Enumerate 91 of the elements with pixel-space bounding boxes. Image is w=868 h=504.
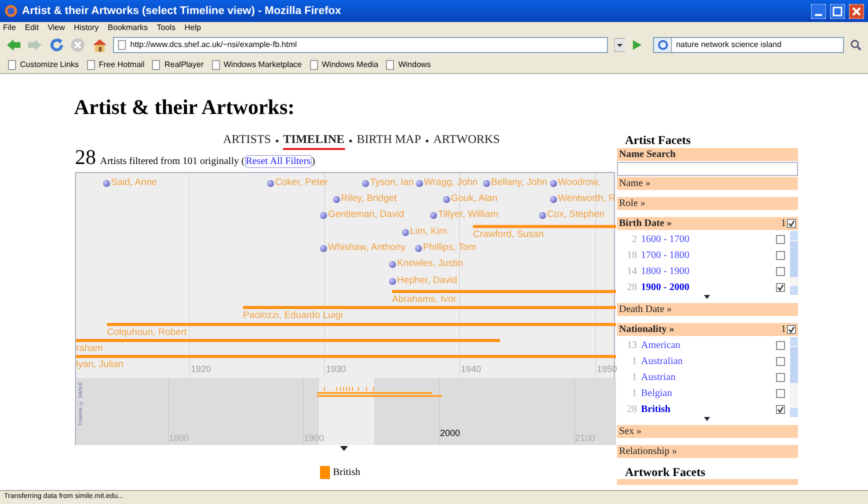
facet-header[interactable]: Relationship » <box>617 445 798 458</box>
facet-value-link[interactable]: 1600 - 1700 <box>641 232 776 246</box>
facet-value-link[interactable]: Belgian <box>641 386 776 400</box>
result-count: 28 <box>75 147 96 168</box>
view-tab[interactable]: ARTWORKS <box>433 132 500 150</box>
facet-count: 1 <box>631 354 638 368</box>
maximize-button[interactable] <box>830 4 845 18</box>
bookmark-link[interactable]: Customize Links <box>8 58 79 70</box>
menu-item[interactable]: Tools <box>156 24 176 32</box>
facet-value-link[interactable]: American <box>641 338 776 352</box>
facet-count: 13 <box>626 338 638 352</box>
expand-arrow-icon <box>704 295 710 299</box>
axis-tick-label: 1920 <box>190 363 212 376</box>
bookmark-link[interactable]: Windows <box>386 58 431 70</box>
expand-arrow-icon <box>704 417 710 421</box>
menu-item[interactable]: Bookmarks <box>108 24 148 32</box>
menu-item[interactable]: File <box>3 24 16 32</box>
facet-count: 14 <box>626 264 638 278</box>
bookmark-link[interactable]: Windows Marketplace <box>212 58 302 70</box>
checkbox[interactable] <box>776 388 785 398</box>
page-heading: Artist & their Artworks: <box>74 94 295 121</box>
view-tab[interactable]: TIMELINE <box>283 132 345 150</box>
facet-value-link[interactable]: 1900 - 2000 <box>641 280 776 294</box>
facet-header[interactable]: Role » <box>617 197 798 210</box>
facet-value-link[interactable]: Australian <box>641 354 776 368</box>
page-icon <box>118 40 126 50</box>
bookmark-link[interactable]: Free Hotmail <box>86 58 144 70</box>
bookmark-link[interactable]: RealPlayer <box>152 58 204 70</box>
search-engine-icon <box>654 38 672 52</box>
checkbox[interactable] <box>776 266 785 276</box>
facet-header[interactable]: Name Search <box>617 148 798 161</box>
facet-value-link[interactable]: Austrian <box>641 370 776 384</box>
legend-label: British <box>333 466 360 480</box>
facet-value-link[interactable]: 1700 - 1800 <box>641 248 776 262</box>
separator-dot: • <box>348 133 353 150</box>
axis-tick-label: 1900 <box>303 432 324 445</box>
facet-count: 1 <box>631 386 638 400</box>
facet-count: 28 <box>626 402 638 416</box>
facet-count: 2 <box>631 232 638 246</box>
dropdown-button[interactable] <box>614 38 626 52</box>
scrollbar[interactable] <box>790 231 798 295</box>
view-tab[interactable]: ARTISTS <box>223 132 271 150</box>
checkbox[interactable] <box>776 404 785 414</box>
selection-count: 1 <box>781 323 786 337</box>
search-field[interactable]: nature network science island <box>653 37 844 53</box>
facet-value-link[interactable]: 1800 - 1900 <box>641 264 776 278</box>
checkbox[interactable] <box>776 282 785 292</box>
facet-count: 28 <box>626 280 638 294</box>
scrollbar[interactable] <box>790 337 798 417</box>
filter-summary: Artists filtered from 101 originally (Reset All Filters) <box>100 154 316 169</box>
separator-dot: • <box>274 133 280 150</box>
checkbox[interactable] <box>787 325 796 334</box>
menu-item[interactable]: Help <box>184 24 201 32</box>
go-button[interactable] <box>631 39 644 51</box>
year-marker-label: 2000 <box>440 427 460 440</box>
facet-count: 18 <box>626 248 638 262</box>
checkbox[interactable] <box>776 250 785 260</box>
facets-title: Artist Facets <box>624 132 692 148</box>
checkbox[interactable] <box>776 356 785 366</box>
reset-filters-link[interactable]: Reset All Filters <box>244 155 312 168</box>
facet-header[interactable]: Name » <box>617 177 798 190</box>
view-tab[interactable]: BIRTH MAP <box>356 132 422 150</box>
checkbox[interactable] <box>787 219 796 228</box>
facets-title: Artwork Facets <box>624 465 706 479</box>
axis-tick-label: 1940 <box>460 363 482 376</box>
facet-count: 1 <box>631 370 638 384</box>
minimize-button[interactable] <box>811 4 826 18</box>
menu-item[interactable]: History <box>74 24 99 32</box>
search-button[interactable] <box>850 39 862 51</box>
separator-dot: • <box>425 133 430 150</box>
facet-header[interactable]: Nationality » <box>619 322 781 337</box>
browser-logo-icon <box>4 4 18 18</box>
home-button[interactable] <box>92 37 108 53</box>
reload-button[interactable] <box>48 37 64 53</box>
name-search-field[interactable] <box>617 162 798 176</box>
facet-header[interactable]: Death Date » <box>617 303 798 316</box>
address-field[interactable]: http://www.dcs.shef.ac.uk/~nsi/example-fb.html <box>113 37 608 53</box>
facet-header[interactable]: Birth Date » <box>619 216 781 231</box>
checkbox[interactable] <box>776 372 785 382</box>
menu-item[interactable]: Edit <box>24 24 39 32</box>
checkbox[interactable] <box>776 340 785 350</box>
back-button[interactable] <box>6 38 22 52</box>
close-button[interactable] <box>849 4 864 18</box>
axis-tick-label: 1930 <box>325 363 346 376</box>
bookmark-link[interactable]: Windows Media <box>310 58 378 70</box>
facet-value-link[interactable]: British <box>641 402 776 416</box>
selection-count: 1 <box>781 217 786 231</box>
checkbox[interactable] <box>776 234 785 244</box>
facet-header[interactable]: Sex » <box>617 425 798 438</box>
window-title: Artist & their Artworks (select Timeline view) - Mozilla Firefox <box>22 4 342 19</box>
menu-item[interactable]: View <box>48 24 65 32</box>
